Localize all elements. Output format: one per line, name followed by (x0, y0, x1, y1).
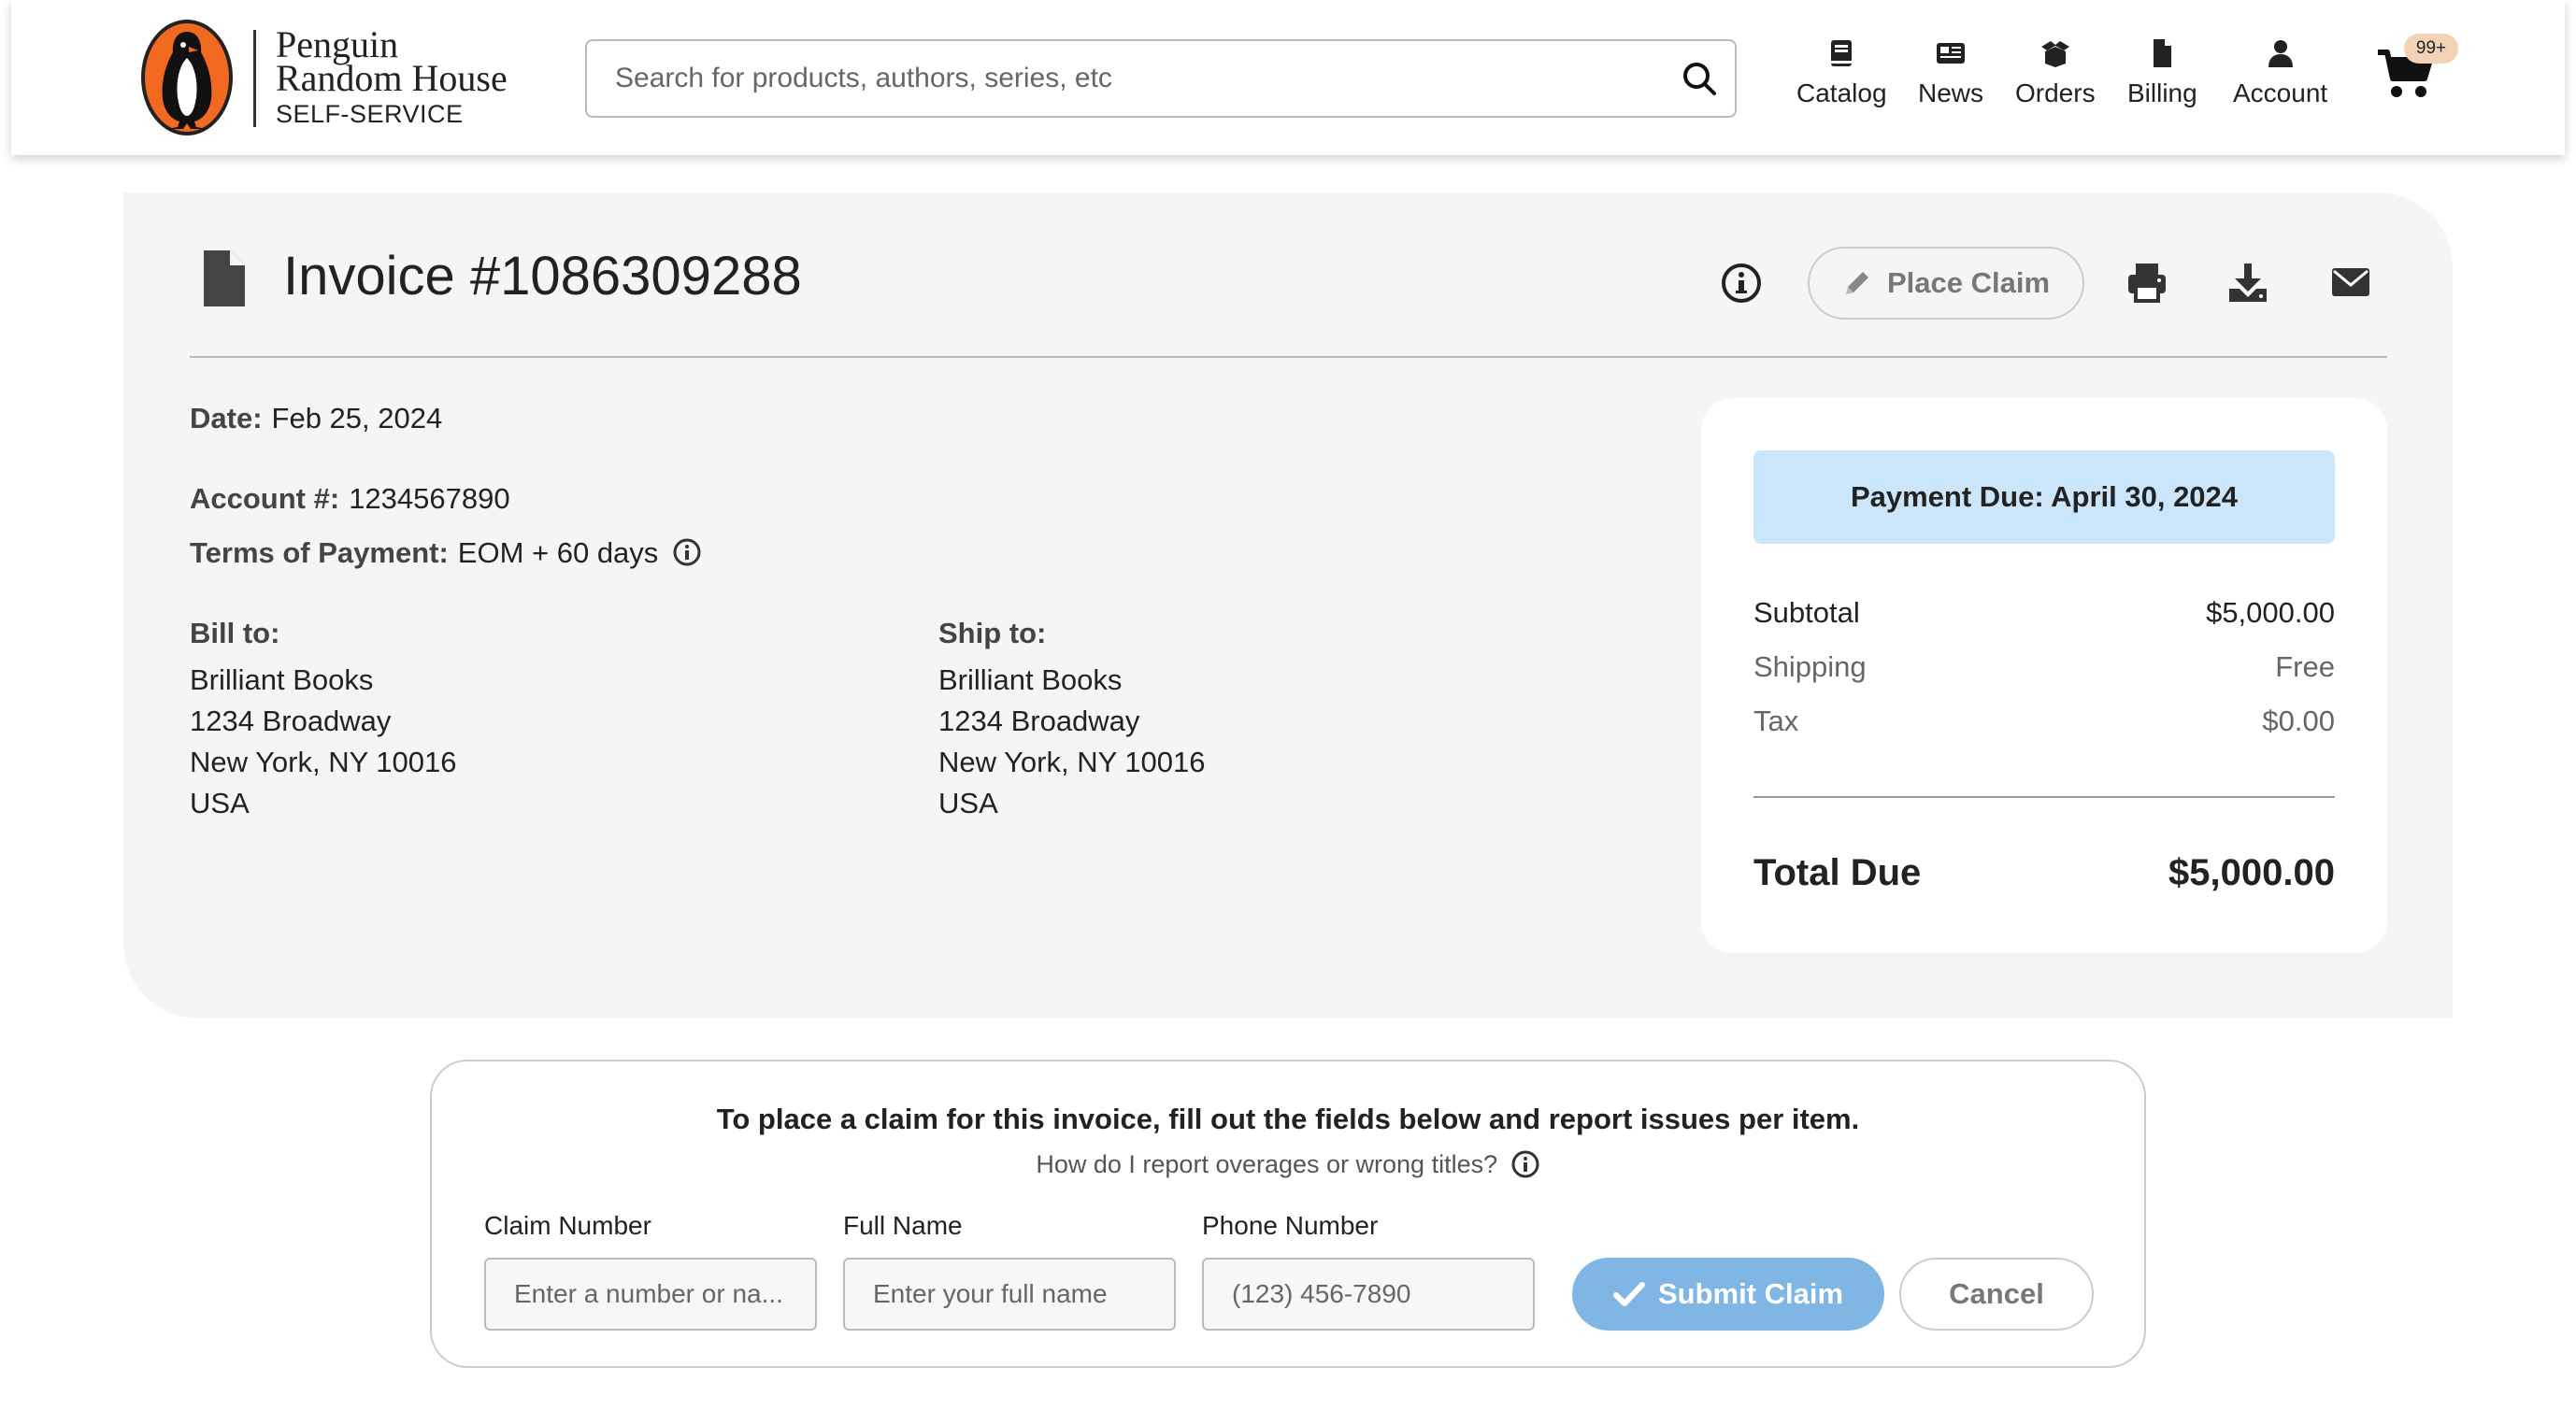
submit-claim-label: Submit Claim (1657, 1277, 1844, 1310)
phone-number-label: Phone Number (1202, 1211, 1379, 1240)
ship-to-block: Ship to: Brilliant Books 1234 Broadway N… (938, 613, 1206, 824)
newspaper-icon (1937, 43, 1965, 64)
full-name-input[interactable] (843, 1258, 1176, 1331)
help-info-icon[interactable] (1510, 1149, 1540, 1179)
terms-label: Terms of Payment: (190, 536, 449, 569)
ship-to-line: Brilliant Books (938, 663, 1123, 696)
nav-news[interactable]: News (1918, 37, 1983, 108)
nav-orders[interactable]: Orders (2015, 37, 2096, 108)
bill-to-line: New York, NY 10016 (190, 746, 457, 778)
search-bar[interactable] (585, 39, 1737, 118)
phone-number-input[interactable] (1202, 1258, 1535, 1331)
claim-form: To place a claim for this invoice, fill … (430, 1060, 2146, 1368)
logo-divider (253, 30, 256, 127)
nav-billing-label: Billing (2127, 78, 2197, 107)
date-label: Date: (190, 402, 263, 434)
shipping-value: Free (2275, 650, 2335, 683)
invoice-date: Date: Feb 25, 2024 (190, 402, 442, 435)
search-input[interactable] (615, 41, 1643, 116)
submit-claim-button[interactable]: Submit Claim (1572, 1258, 1884, 1331)
ship-to-line: New York, NY 10016 (938, 746, 1206, 778)
box-open-icon (2040, 41, 2069, 67)
payment-summary-card: Payment Due: April 30, 2024 Subtotal $5,… (1701, 398, 2387, 953)
search-icon[interactable] (1681, 60, 1718, 97)
tax-label: Tax (1753, 705, 1799, 737)
document-icon (2154, 39, 2172, 67)
nav-catalog[interactable]: Catalog (1796, 37, 1887, 108)
nav-orders-label: Orders (2015, 78, 2096, 107)
claim-number-input[interactable] (484, 1258, 817, 1331)
brand-name-line2[interactable]: Random House (276, 60, 508, 97)
download-icon[interactable] (2226, 261, 2269, 304)
claim-help-text[interactable]: How do I report overages or wrong titles… (1036, 1150, 1497, 1178)
nav-billing[interactable]: Billing (2127, 37, 2197, 108)
ship-to-heading: Ship to: (938, 617, 1047, 649)
terms-info-icon[interactable] (672, 537, 702, 567)
bill-to-block: Bill to: Brilliant Books 1234 Broadway N… (190, 613, 457, 824)
place-claim-label: Place Claim (1886, 266, 2051, 299)
subtotal-row: Subtotal $5,000.00 (1753, 596, 2335, 630)
total-due-row: Total Due $5,000.00 (1753, 852, 2335, 894)
bill-to-line: Brilliant Books (190, 663, 374, 696)
tax-row: Tax $0.00 (1753, 705, 2335, 738)
nav-news-label: News (1918, 78, 1984, 107)
payment-terms: Terms of Payment: EOM + 60 days (190, 536, 702, 570)
nav-account-label: Account (2233, 78, 2328, 107)
shipping-row: Shipping Free (1753, 650, 2335, 684)
shipping-label: Shipping (1753, 650, 1867, 683)
invoice-header-divider (190, 356, 2387, 358)
check-icon (1612, 1282, 1645, 1306)
bill-to-heading: Bill to: (190, 617, 280, 649)
date-value: Feb 25, 2024 (271, 402, 443, 434)
total-value: $5,000.00 (2168, 852, 2335, 893)
user-icon (2268, 40, 2293, 67)
penguin-logo-icon[interactable] (140, 19, 234, 136)
cancel-button[interactable]: Cancel (1899, 1258, 2094, 1331)
brand-subtitle: SELF-SERVICE (276, 100, 464, 128)
print-icon[interactable] (2125, 261, 2168, 304)
email-icon[interactable] (2329, 261, 2372, 304)
place-claim-button[interactable]: Place Claim (1808, 247, 2084, 320)
subtotal-value: $5,000.00 (2206, 596, 2335, 629)
terms-value: EOM + 60 days (457, 536, 659, 569)
info-icon[interactable] (1720, 262, 1763, 305)
subtotal-label: Subtotal (1753, 596, 1860, 629)
summary-divider (1753, 796, 2335, 798)
top-header: Penguin Random House SELF-SERVICE Catalo… (11, 0, 2565, 155)
ship-to-line: USA (938, 787, 998, 819)
invoice-title: Invoice #1086309288 (283, 246, 802, 306)
pencil-icon (1845, 272, 1868, 294)
claim-instructions: To place a claim for this invoice, fill … (716, 1103, 1860, 1135)
book-icon (1831, 40, 1853, 66)
tax-value: $0.00 (2262, 705, 2335, 737)
invoice-document-icon (204, 250, 245, 306)
nav-account[interactable]: Account (2233, 37, 2327, 108)
account-label: Account #: (190, 482, 340, 515)
nav-catalog-label: Catalog (1796, 78, 1887, 107)
claim-number-label: Claim Number (484, 1211, 651, 1240)
total-label: Total Due (1753, 852, 1922, 893)
ship-to-line: 1234 Broadway (938, 705, 1140, 737)
full-name-label: Full Name (843, 1211, 963, 1240)
bill-to-line: USA (190, 787, 250, 819)
bill-to-line: 1234 Broadway (190, 705, 392, 737)
claim-help-link[interactable]: How do I report overages or wrong titles… (432, 1149, 2144, 1179)
payment-due-banner: Payment Due: April 30, 2024 (1753, 450, 2335, 544)
account-value: 1234567890 (349, 482, 510, 515)
account-number: Account #: 1234567890 (190, 482, 510, 516)
cart-count-badge: 99+ (2404, 34, 2458, 64)
